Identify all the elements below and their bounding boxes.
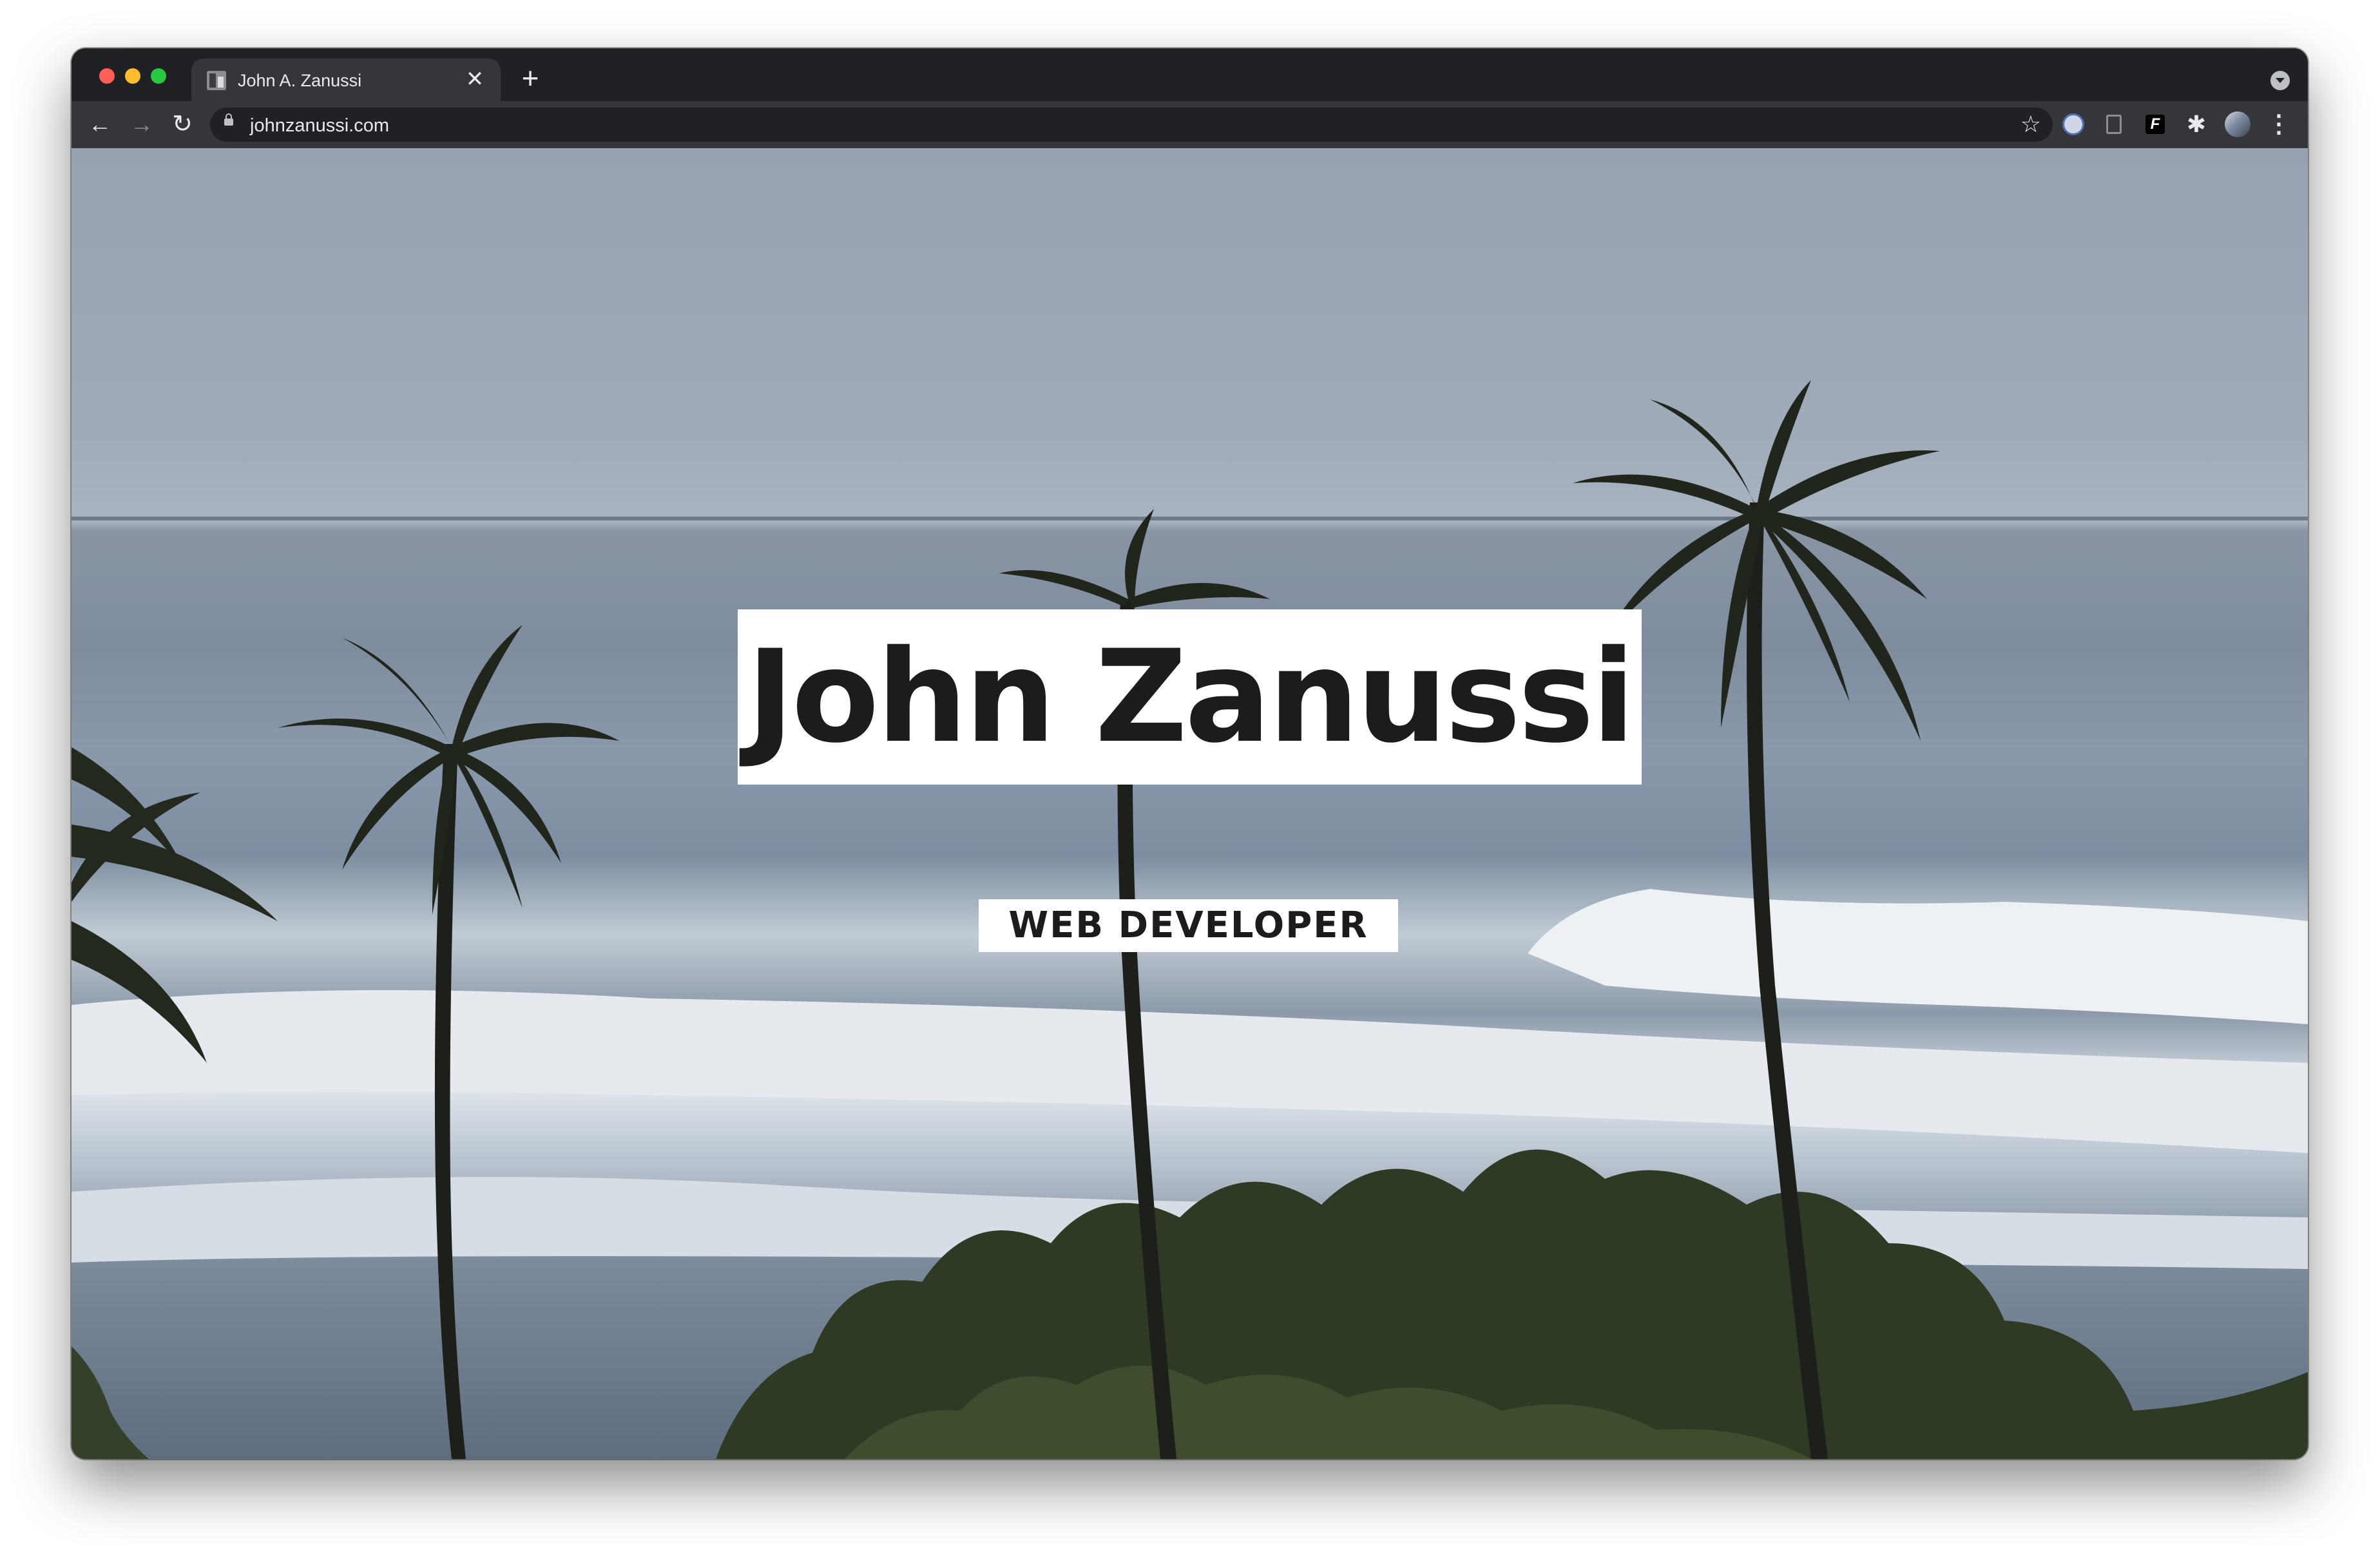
hero-name: John Zanussi	[746, 622, 1635, 771]
tab-search-button[interactable]	[2270, 71, 2290, 90]
kebab-menu-icon[interactable]: ⋮	[2265, 110, 2293, 138]
hero-title-box: John Zanussi	[738, 609, 1642, 785]
page-viewport: John Zanussi WEB DEVELOPER	[72, 148, 2308, 1459]
tab-strip: John A. Zanussi ✕ +	[72, 48, 2308, 101]
hero-role-box: WEB DEVELOPER	[979, 899, 1398, 952]
browser-toolbar: ← → ↻ johnzanussi.com ☆ F ✱ ⋮	[72, 101, 2308, 148]
hero-role: WEB DEVELOPER	[1008, 904, 1368, 946]
site-favicon-icon	[207, 71, 226, 90]
forward-button[interactable]: →	[128, 110, 156, 138]
browser-window: John A. Zanussi ✕ + ← → ↻ johnzanussi.co…	[72, 48, 2308, 1459]
back-button[interactable]: ←	[86, 110, 114, 138]
password-manager-icon[interactable]	[2059, 110, 2087, 138]
puzzle-extensions-icon[interactable]: ✱	[2182, 110, 2211, 138]
profile-avatar[interactable]	[2223, 110, 2252, 138]
address-bar[interactable]: johnzanussi.com ☆	[210, 108, 2053, 142]
bookmark-star-icon[interactable]: ☆	[2020, 110, 2041, 138]
tab-title: John A. Zanussi	[238, 71, 362, 90]
lock-icon[interactable]	[224, 113, 233, 126]
active-tab[interactable]: John A. Zanussi ✕	[191, 59, 501, 101]
close-window-button[interactable]	[99, 68, 115, 84]
url-text[interactable]: johnzanussi.com	[250, 115, 389, 137]
reload-button[interactable]: ↻	[168, 110, 197, 138]
zoom-window-button[interactable]	[151, 68, 166, 84]
f-extension-icon[interactable]: F	[2141, 110, 2169, 138]
new-tab-button[interactable]: +	[516, 63, 544, 93]
tab-close-icon[interactable]: ✕	[463, 68, 486, 91]
minimize-window-button[interactable]	[125, 68, 140, 84]
hero-background-photo	[72, 380, 2308, 1459]
reader-icon[interactable]	[2100, 110, 2128, 138]
